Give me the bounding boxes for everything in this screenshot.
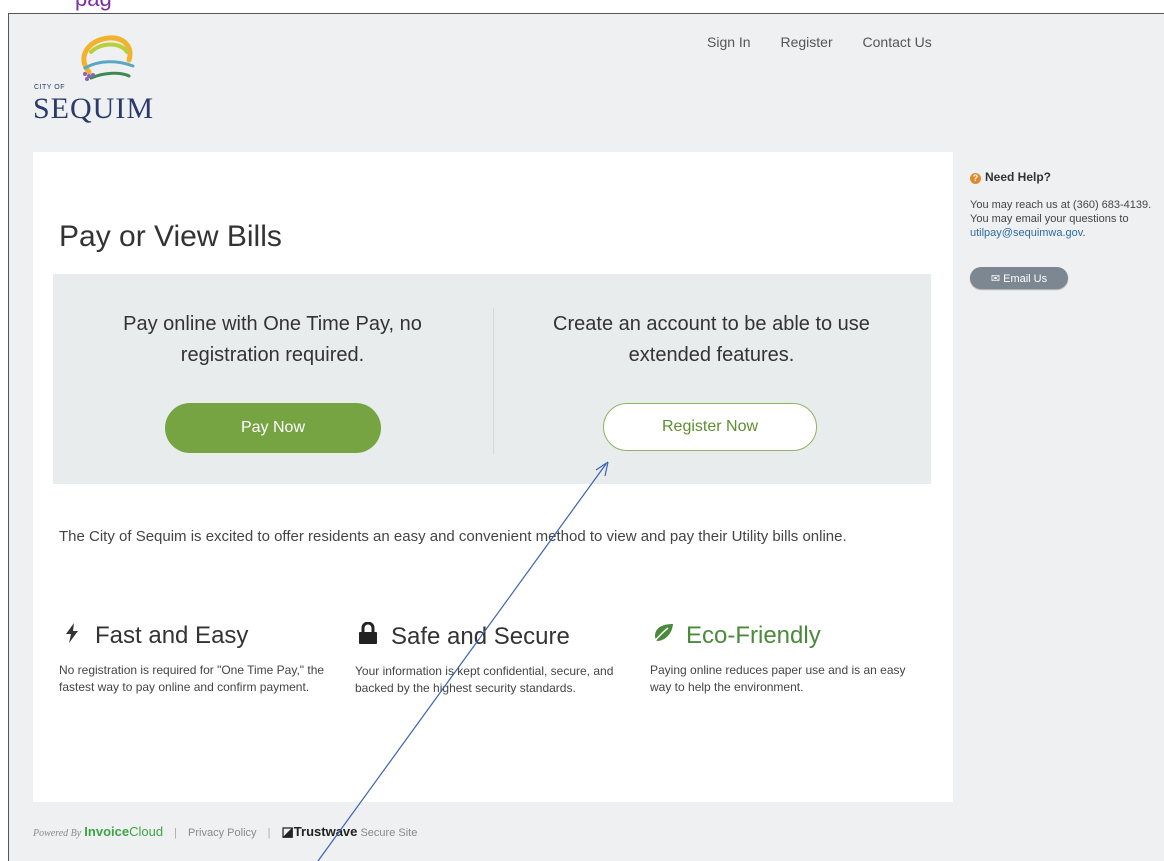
nav-contact-us[interactable]: Contact Us bbox=[863, 34, 932, 50]
help-email-text: You may email your questions to bbox=[970, 213, 1129, 225]
help-email-period: . bbox=[1082, 227, 1086, 239]
powered-by-label: Powered By bbox=[33, 828, 82, 839]
one-time-pay-option: Pay online with One Time Pay, no registr… bbox=[53, 274, 492, 484]
feature-title: Fast and Easy bbox=[95, 622, 249, 649]
feature-text: No registration is required for "One Tim… bbox=[59, 663, 325, 694]
feature-text: Your information is kept confidential, s… bbox=[355, 664, 614, 695]
top-fragment-text: pag bbox=[75, 0, 112, 11]
feature-fast-easy: Fast and Easy No registration is require… bbox=[59, 622, 329, 696]
feature-eco-friendly: Eco-Friendly Paying online reduces paper… bbox=[650, 622, 920, 696]
top-nav: Sign In Register Contact Us bbox=[707, 34, 958, 50]
intro-text: The City of Sequim is excited to offer r… bbox=[59, 528, 847, 545]
one-time-pay-text: Pay online with One Time Pay, no registr… bbox=[123, 313, 422, 366]
register-now-button[interactable]: Register Now bbox=[603, 403, 817, 451]
payment-options: Pay online with One Time Pay, no registr… bbox=[53, 274, 931, 484]
secure-site-label: Secure Site bbox=[360, 827, 418, 839]
logo-name: SEQUIM bbox=[33, 92, 155, 125]
browser-page: CITY OF SEQUIM Sign In Register Contact … bbox=[8, 13, 1164, 861]
trustwave-name: Trustwave bbox=[293, 824, 358, 839]
pay-now-button[interactable]: Pay Now bbox=[165, 403, 381, 453]
help-sidebar: ? Need Help? You may reach us at (360) 68… bbox=[970, 170, 1164, 289]
email-us-label: Email Us bbox=[1003, 272, 1048, 285]
main-card: Pay or View Bills Pay online with One Ti… bbox=[33, 152, 953, 802]
nav-register[interactable]: Register bbox=[780, 34, 832, 50]
envelope-icon: ✉ bbox=[990, 272, 1001, 285]
help-email-link[interactable]: utilpay@sequimwa.gov bbox=[970, 227, 1082, 239]
leaf-icon bbox=[650, 622, 676, 650]
email-us-button[interactable]: ✉ Email Us bbox=[970, 267, 1068, 289]
footer-separator: | bbox=[174, 827, 177, 839]
feature-title: Eco-Friendly bbox=[686, 622, 821, 649]
register-option: Create an account to be able to use exte… bbox=[492, 274, 931, 484]
bolt-icon bbox=[59, 622, 85, 650]
invoicecloud-logo[interactable]: Invoice bbox=[84, 824, 129, 839]
feature-text: Paying online reduces paper use and is a… bbox=[650, 663, 906, 694]
footer: Powered By InvoiceCloud | Privacy Policy… bbox=[33, 824, 417, 840]
logo-city-of: CITY OF bbox=[34, 84, 65, 91]
question-icon: ? bbox=[970, 173, 981, 184]
register-text: Create an account to be able to use exte… bbox=[553, 313, 870, 366]
page-title: Pay or View Bills bbox=[59, 220, 282, 253]
help-title: Need Help? bbox=[985, 170, 1052, 184]
footer-separator: | bbox=[267, 827, 271, 839]
page-top-fragment: pag bbox=[0, 0, 1164, 14]
city-logo[interactable]: CITY OF SEQUIM bbox=[29, 28, 179, 138]
trustwave-logo[interactable]: ◪Trustwave bbox=[282, 824, 358, 839]
privacy-policy-link[interactable]: Privacy Policy bbox=[188, 827, 256, 839]
lock-icon bbox=[355, 621, 381, 651]
feature-title: Safe and Secure bbox=[391, 623, 570, 650]
help-phone: You may reach us at (360) 683-4139. bbox=[970, 199, 1152, 211]
invoicecloud-logo-light: Cloud bbox=[129, 824, 164, 839]
feature-safe-secure: Safe and Secure Your information is kept… bbox=[355, 621, 625, 697]
nav-sign-in[interactable]: Sign In bbox=[707, 34, 751, 50]
logo-emblem-icon bbox=[81, 35, 135, 81]
trustwave-icon: ◪ bbox=[281, 824, 294, 839]
